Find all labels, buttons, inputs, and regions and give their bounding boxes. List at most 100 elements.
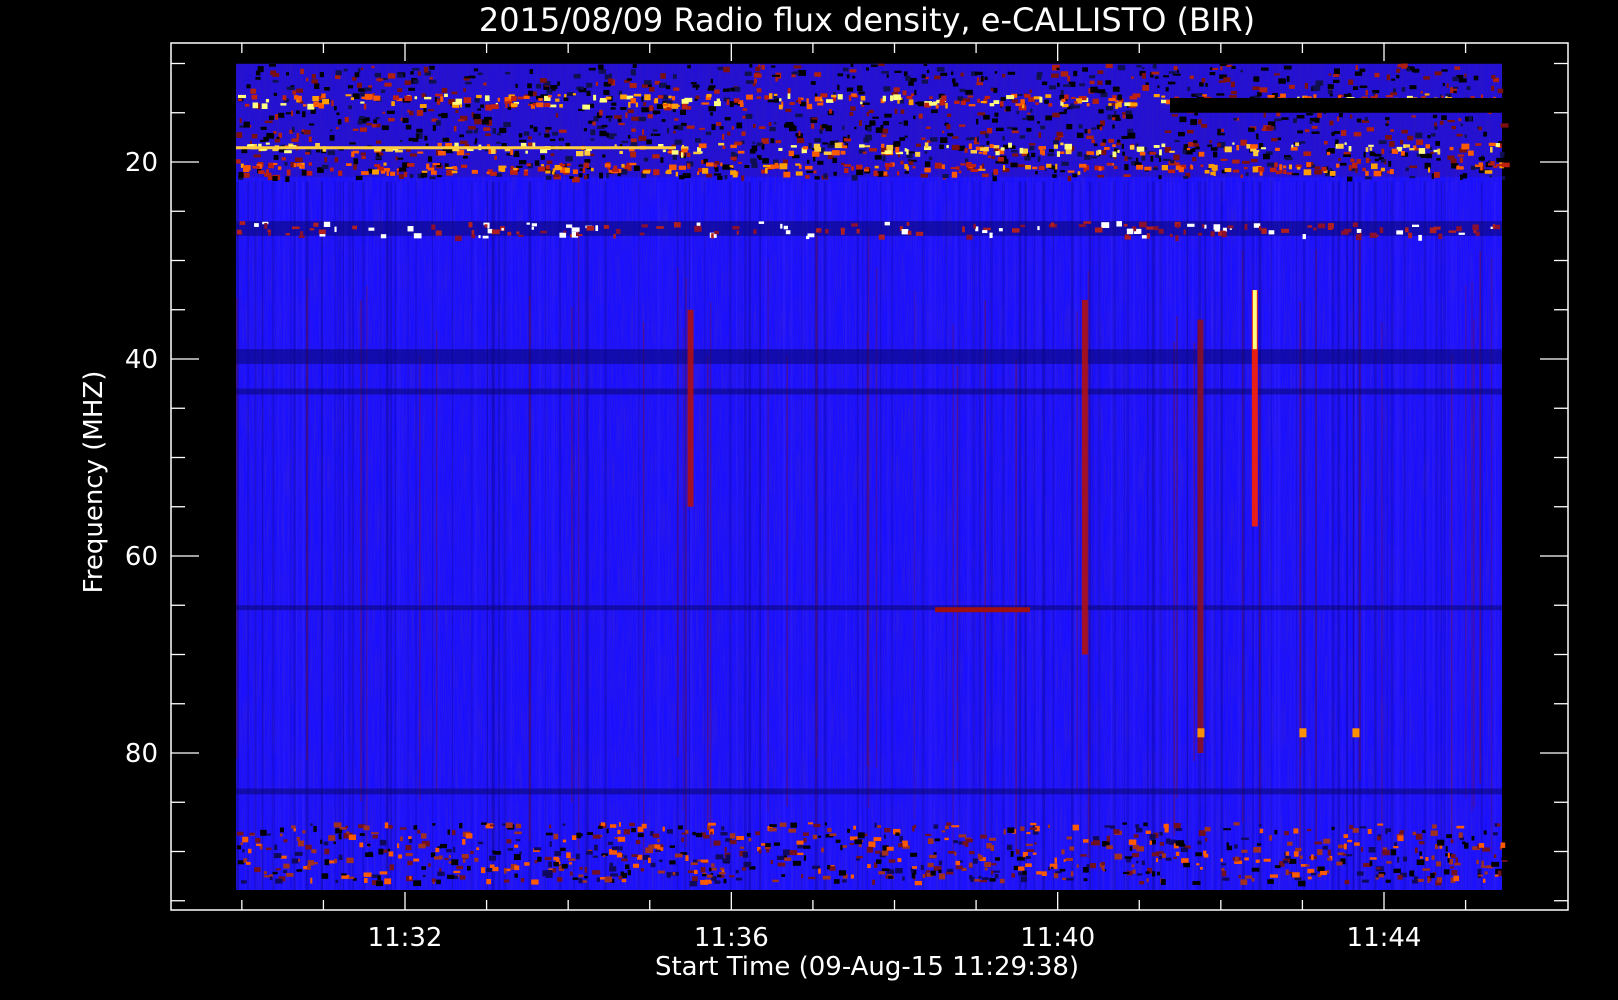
- rfi-speck: [904, 135, 908, 138]
- rfi-speck: [364, 878, 368, 883]
- rfi-speck: [1278, 78, 1286, 84]
- rfi-speck: [621, 140, 629, 144]
- rfi-speck: [914, 89, 917, 96]
- rfi-speck: [813, 823, 821, 828]
- chart-title: 2015/08/09 Radio flux density, e-CALLIST…: [479, 1, 1255, 39]
- rfi-speck: [807, 233, 815, 238]
- rfi-speck: [1127, 132, 1136, 139]
- rfi-speck: [376, 123, 381, 128]
- noise-streak: [952, 324, 954, 852]
- noise-streak: [682, 327, 685, 811]
- rfi-speck: [753, 73, 762, 78]
- rfi-speck: [1091, 127, 1096, 130]
- rfi-speck: [1011, 99, 1018, 103]
- rfi-speck: [1190, 119, 1197, 126]
- rfi-speck: [924, 142, 929, 149]
- rfi-speck: [378, 848, 384, 855]
- rfi-speck: [1274, 118, 1282, 122]
- rfi-speck: [1112, 144, 1116, 148]
- rfi-speck: [1390, 129, 1395, 132]
- rfi-speck: [506, 839, 512, 844]
- rfi-speck: [1046, 163, 1052, 168]
- rfi-speck: [255, 843, 262, 847]
- rfi-speck: [1415, 132, 1423, 139]
- rfi-speck: [674, 853, 683, 858]
- rfi-speck: [371, 124, 377, 128]
- rfi-speck: [881, 134, 887, 138]
- rfi-speck: [628, 162, 637, 166]
- rfi-speck: [510, 149, 514, 155]
- rfi-speck: [1273, 125, 1277, 131]
- rfi-speck: [1500, 151, 1505, 158]
- rfi-speck: [1155, 858, 1159, 863]
- rfi-speck: [1154, 76, 1159, 79]
- rfi-speck: [1425, 144, 1431, 149]
- rfi-speck: [307, 103, 315, 110]
- rfi-speck: [1223, 828, 1231, 831]
- noise-streak: [918, 181, 920, 890]
- noise-streak: [1450, 354, 1453, 845]
- rfi-speck: [756, 142, 763, 147]
- rfi-speck: [854, 839, 863, 845]
- rfi-speck: [465, 103, 471, 108]
- rfi-speck: [236, 159, 241, 164]
- rfi-speck: [753, 123, 756, 128]
- rfi-speck: [669, 845, 675, 848]
- rfi-speck: [320, 839, 323, 844]
- rfi-speck: [274, 113, 279, 120]
- rfi-speck: [762, 158, 769, 164]
- noise-streak: [972, 181, 976, 890]
- rfi-speck: [1458, 118, 1462, 122]
- rfi-speck: [643, 80, 652, 85]
- noise-streak: [474, 181, 478, 890]
- noise-streak: [967, 181, 970, 890]
- rfi-speck: [463, 88, 467, 92]
- type-iii-burst: [1081, 299, 1088, 655]
- rfi-speck: [1472, 224, 1479, 231]
- rfi-speck: [1407, 135, 1414, 141]
- rfi-speck: [1458, 832, 1463, 838]
- rfi-speck: [706, 162, 714, 167]
- noise-streak: [247, 181, 249, 890]
- rfi-speck: [1399, 831, 1404, 835]
- rfi-speck: [1251, 878, 1255, 882]
- rfi-speck: [1299, 141, 1306, 144]
- rfi-speck: [729, 840, 737, 845]
- rfi-speck: [931, 109, 938, 114]
- rfi-speck: [638, 116, 646, 122]
- y-tick-label: 40: [125, 345, 158, 375]
- rfi-speck: [357, 67, 361, 73]
- rfi-speck: [540, 230, 547, 234]
- rfi-speck: [1238, 875, 1241, 879]
- rfi-speck: [751, 162, 758, 169]
- noise-streak: [637, 181, 640, 890]
- rfi-speck: [1174, 139, 1180, 143]
- rfi-speck: [356, 82, 362, 88]
- rfi-speck: [779, 163, 788, 170]
- rfi-speck: [771, 74, 780, 77]
- rfi-speck: [476, 847, 480, 851]
- rfi-speck: [958, 841, 963, 845]
- rfi-speck: [831, 150, 840, 156]
- rfi-speck: [1362, 879, 1369, 883]
- rfi-speck: [1158, 856, 1163, 860]
- rfi-speck: [1018, 871, 1023, 876]
- rfi-speck: [1494, 874, 1499, 877]
- rfi-speck: [588, 67, 596, 71]
- noise-streak: [435, 330, 438, 791]
- rfi-speck: [473, 68, 479, 72]
- rfi-speck: [848, 95, 852, 102]
- rfi-speck: [1354, 71, 1363, 76]
- rfi-speck: [1314, 841, 1322, 845]
- rfi-speck: [310, 877, 313, 884]
- rfi-speck: [404, 80, 411, 85]
- rfi-speck: [730, 156, 737, 161]
- noise-streak: [1035, 181, 1037, 890]
- rfi-speck: [417, 71, 422, 76]
- rfi-speck: [545, 872, 553, 878]
- rfi-speck: [968, 862, 973, 868]
- rfi-speck: [1401, 129, 1409, 134]
- rfi-speck: [883, 121, 890, 126]
- rfi-speck: [1443, 869, 1450, 875]
- rfi-speck: [656, 104, 663, 109]
